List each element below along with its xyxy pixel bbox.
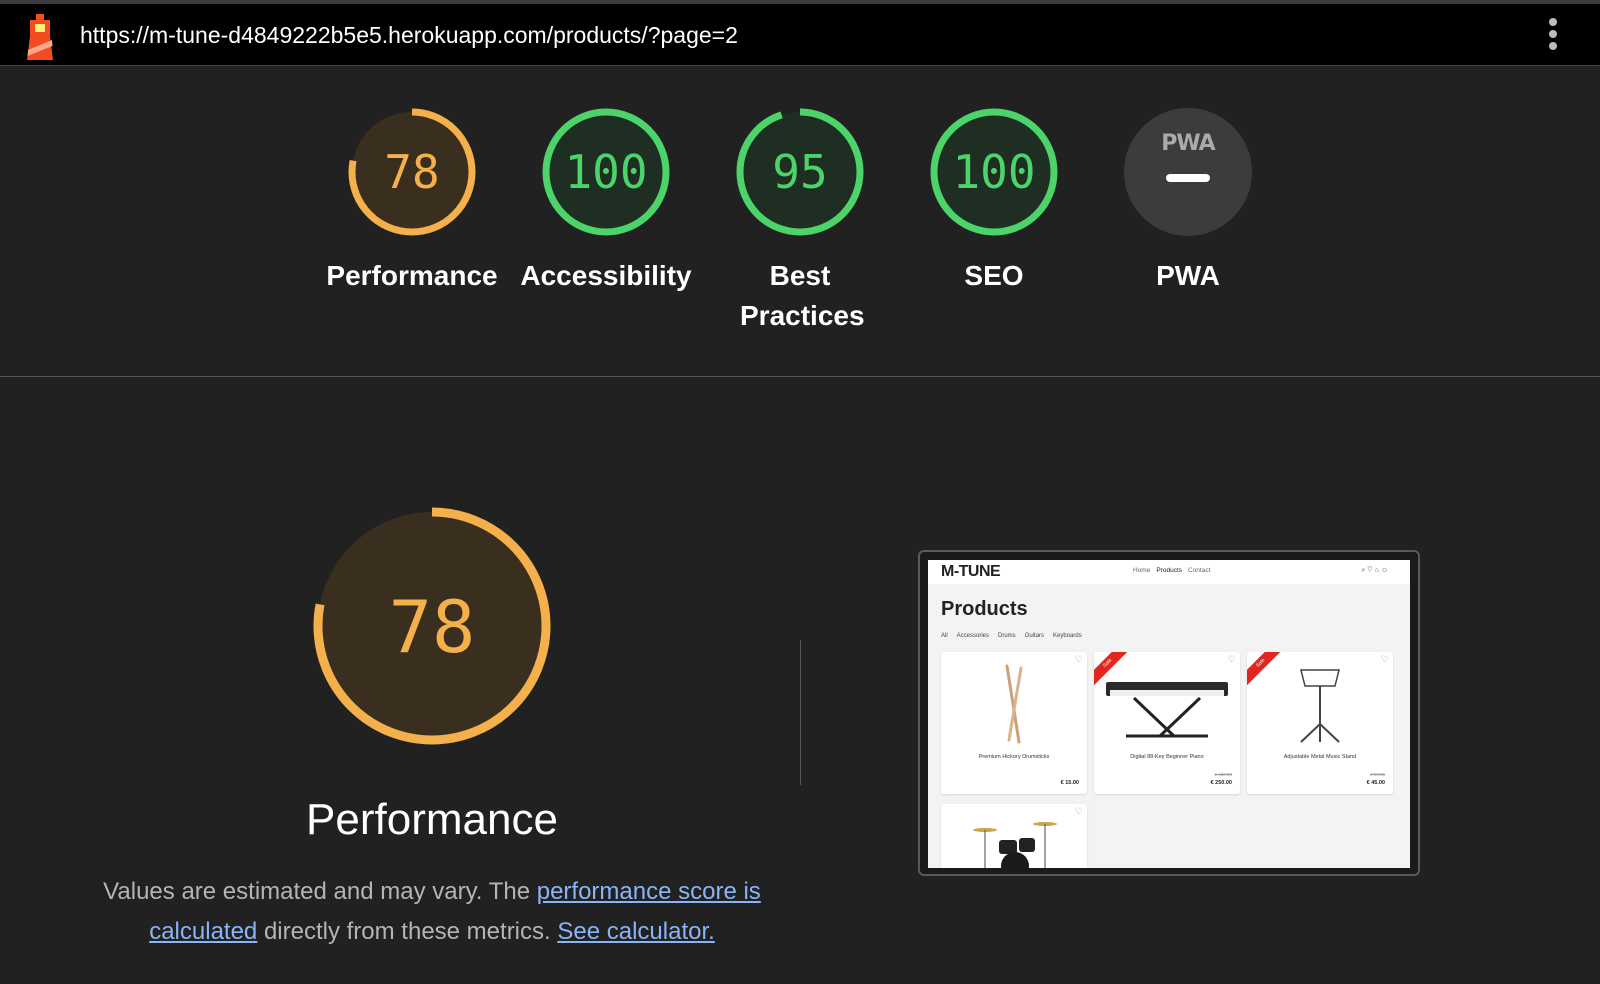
drumsticks-image xyxy=(1005,664,1023,744)
product-old-price: € 450.00 xyxy=(1214,772,1232,777)
site-category: Drums xyxy=(998,633,1016,639)
gauge-accessibility-label: Accessibility xyxy=(520,260,692,291)
pwa-dash-icon xyxy=(1166,174,1210,182)
site-nav: Home Products Contact xyxy=(1133,567,1216,574)
page-screenshot-thumbnail[interactable]: M-TUNE Home Products Contact ⌕♡⌂☺ Products… xyxy=(918,550,1420,876)
performance-description: Values are estimated and may vary. The p… xyxy=(100,872,764,952)
report-url[interactable]: https://m-tune-d4849222b5e5.herokuapp.co… xyxy=(80,22,738,49)
report-header: https://m-tune-d4849222b5e5.herokuapp.co… xyxy=(0,4,1600,66)
site-category: Accessories xyxy=(956,633,990,639)
gauge-performance-score: 78 xyxy=(384,145,439,199)
heart-icon: ♡ xyxy=(1074,806,1083,816)
category-scores: 78 Performance 100 Accessibility 95 Best… xyxy=(0,66,1600,376)
sale-ribbon: Sale xyxy=(1247,652,1287,689)
site-nav-home: Home xyxy=(1133,567,1151,574)
performance-large-gauge: 78 xyxy=(313,507,551,745)
product-name: Premium Hickory Drumsticks xyxy=(978,754,1050,760)
pwa-badge-icon: PWA xyxy=(1161,131,1215,156)
gauge-seo[interactable]: 100 SEO xyxy=(894,106,1094,296)
product-name: Adjustable Metal Music Stand xyxy=(1283,754,1357,760)
section-divider xyxy=(0,376,1600,377)
gauge-accessibility-score: 100 xyxy=(564,145,647,199)
product-card: ♡ Premium Hickory Drumsticks € 15.00 xyxy=(941,652,1087,794)
product-price: € 250.00 xyxy=(1210,780,1232,786)
gauge-best-practices-score: 95 xyxy=(772,145,827,199)
site-nav-products: Products xyxy=(1156,567,1182,574)
product-card: Sale ♡ Adjustable Metal Music Stand € 90… xyxy=(1247,652,1393,794)
more-options-icon[interactable] xyxy=(1546,18,1560,58)
gauge-performance-label: Performance xyxy=(326,260,498,291)
gauge-best-practices-label: Best Practices xyxy=(740,260,865,331)
gauge-best-practices[interactable]: 95 Best Practices xyxy=(700,106,900,336)
product-card: ♡ xyxy=(941,804,1087,868)
site-header-icons: ⌕♡⌂☺ xyxy=(1361,567,1390,574)
piano-image xyxy=(1106,682,1228,738)
gauge-pwa-label: PWA xyxy=(1156,260,1220,291)
gauge-seo-label: SEO xyxy=(964,260,1024,291)
see-calculator-link[interactable]: See calculator. xyxy=(557,918,714,945)
description-text-1: Values are estimated and may vary. The xyxy=(103,878,537,905)
site-logo: M-TUNE xyxy=(941,563,1001,580)
site-header: M-TUNE Home Products Contact ⌕♡⌂☺ xyxy=(928,560,1410,584)
product-card: Sale ♡ Digital 88-Key Beginner Piano € 4… xyxy=(1094,652,1240,794)
performance-large-score: 78 xyxy=(389,585,476,669)
site-category-filters: All Accessories Drums Guitars Keyboards xyxy=(941,633,1091,639)
site-page-heading: Products xyxy=(941,598,1028,620)
drum-kit-image xyxy=(973,822,1057,868)
gauge-seo-score: 100 xyxy=(952,145,1035,199)
product-price: € 45.00 xyxy=(1366,780,1385,786)
heart-icon: ♡ xyxy=(1074,654,1083,664)
site-category: Guitars xyxy=(1024,633,1045,639)
lighthouse-logo-icon xyxy=(27,14,53,60)
heart-icon: ♡ xyxy=(1227,654,1236,664)
vertical-separator xyxy=(800,640,801,785)
product-old-price: € 90.00 xyxy=(1369,772,1385,777)
gauge-pwa[interactable]: PWA PWA xyxy=(1088,106,1288,296)
site-category: Keyboards xyxy=(1053,633,1082,639)
product-price: € 15.00 xyxy=(1060,780,1079,786)
heart-icon: ♡ xyxy=(1380,654,1389,664)
music-stand-image xyxy=(1300,669,1340,743)
site-category: All xyxy=(941,633,948,639)
gauge-performance[interactable]: 78 Performance xyxy=(312,106,512,296)
gauge-accessibility[interactable]: 100 Accessibility xyxy=(506,106,706,296)
product-name: Digital 88-Key Beginner Piano xyxy=(1130,754,1204,760)
site-nav-contact: Contact xyxy=(1188,567,1211,574)
description-text-2: directly from these metrics. xyxy=(257,918,558,945)
performance-title: Performance xyxy=(306,795,558,844)
